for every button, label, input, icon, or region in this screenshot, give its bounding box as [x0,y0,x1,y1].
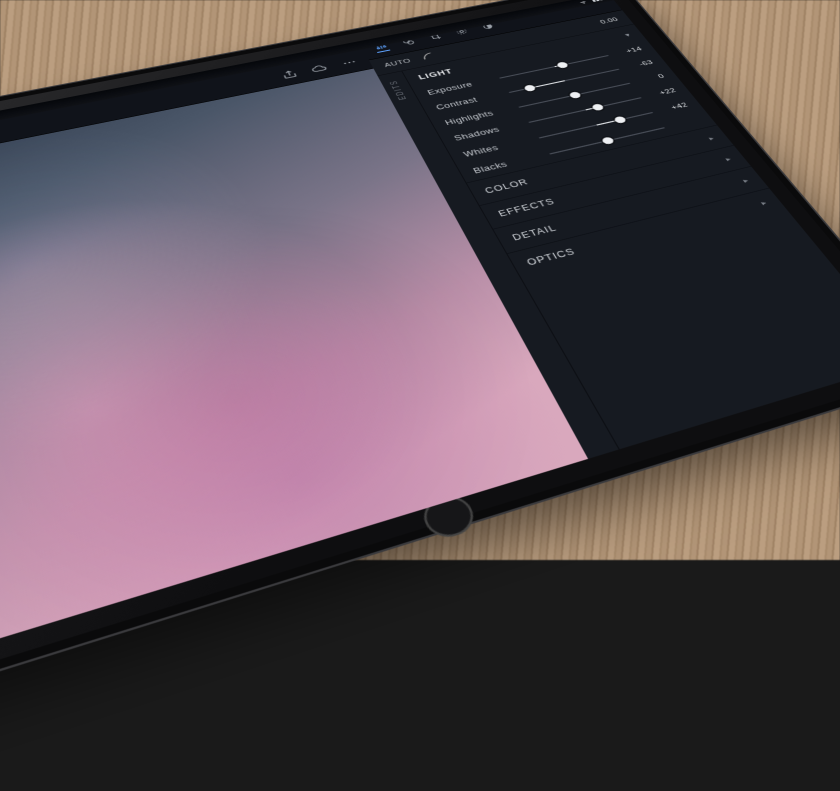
edits-label: EDITS [389,79,409,100]
cloud-icon[interactable] [310,63,329,74]
slider-value: +42 [658,102,689,114]
battery-icon: ▮▮▯ [590,0,604,3]
wifi-icon: ᯤ [578,0,588,5]
chevron-right-icon: ▸ [759,199,769,207]
section-title: OPTICS [525,247,577,268]
chevron-down-icon: ▾ [624,32,632,38]
section-title: COLOR [483,177,530,195]
tone-curve-icon[interactable] [419,51,437,62]
slider-value [673,120,700,126]
slider-value: -63 [625,59,655,70]
share-icon[interactable] [280,68,299,80]
more-icon[interactable] [340,57,359,68]
tablet-device: ᯤ ▮▮▯ [0,0,840,733]
slider-value: 0 [636,73,667,84]
slider-value: +14 [614,46,644,57]
section-title: DETAIL [510,223,558,242]
auto-button[interactable]: AUTO [383,58,412,69]
chevron-right-icon: ▸ [741,177,751,184]
curve-value: 0.00 [599,16,620,24]
chevron-right-icon: ▸ [724,155,734,162]
chevron-right-icon: ▸ [707,135,716,142]
section-light-title: LIGHT [417,68,454,81]
slider-value: +22 [647,87,678,99]
app-screen: ᯤ ▮▮▯ [0,0,840,686]
